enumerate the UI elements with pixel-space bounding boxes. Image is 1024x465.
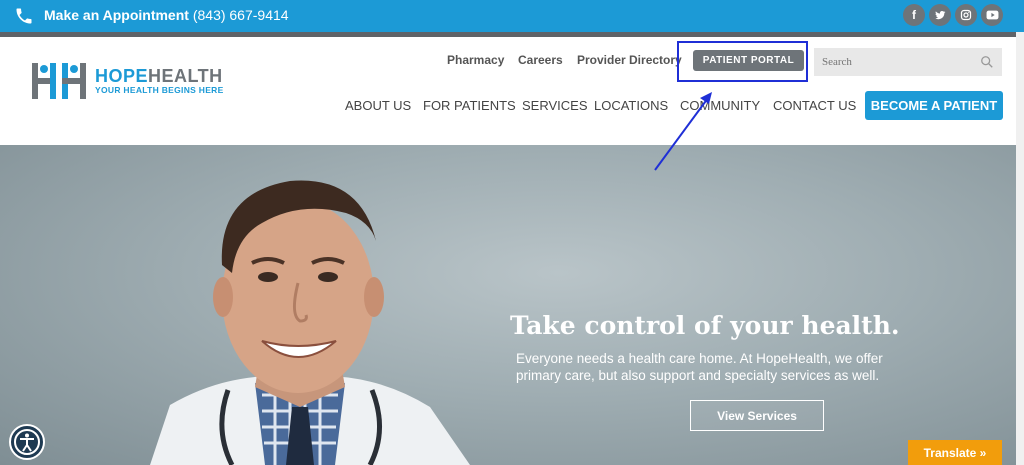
nav-provider-directory[interactable]: Provider Directory bbox=[577, 53, 682, 67]
hero-description-line-1: Everyone needs a health care home. At Ho… bbox=[516, 351, 883, 366]
nav-for-patients[interactable]: FOR PATIENTS bbox=[423, 98, 516, 113]
appointment-label: Make an Appointment bbox=[44, 7, 189, 23]
doctor-photo bbox=[150, 180, 470, 465]
nav-community[interactable]: COMMUNITY bbox=[680, 98, 760, 113]
logo-hope: HOPE bbox=[95, 66, 149, 86]
become-a-patient-button[interactable]: BECOME A PATIENT bbox=[865, 91, 1003, 120]
annotation-highlight-box bbox=[677, 41, 808, 82]
phone-icon[interactable] bbox=[14, 6, 34, 26]
nav-about-us[interactable]: ABOUT US bbox=[345, 98, 411, 113]
youtube-icon[interactable] bbox=[981, 4, 1003, 26]
hero-description: Everyone needs a health care home. At Ho… bbox=[516, 350, 946, 384]
logo-wordmark[interactable]: HOPEHEALTH bbox=[95, 66, 223, 87]
nav-locations[interactable]: LOCATIONS bbox=[594, 98, 668, 113]
instagram-glyph bbox=[960, 9, 972, 21]
accessibility-button[interactable] bbox=[9, 424, 45, 460]
search-input[interactable] bbox=[814, 48, 1002, 76]
nav-careers[interactable]: Careers bbox=[518, 53, 563, 67]
twitter-glyph bbox=[935, 10, 946, 20]
facebook-icon[interactable]: f bbox=[903, 4, 925, 26]
nav-pharmacy[interactable]: Pharmacy bbox=[447, 53, 504, 67]
logo-health: HEALTH bbox=[148, 66, 223, 86]
nav-contact-us[interactable]: CONTACT US bbox=[773, 98, 856, 113]
logo-tagline: YOUR HEALTH BEGINS HERE bbox=[95, 85, 224, 95]
hopehealth-logo-icon[interactable] bbox=[30, 61, 88, 101]
appointment-text[interactable]: Make an Appointment (843) 667-9414 bbox=[44, 7, 289, 23]
view-services-button[interactable]: View Services bbox=[690, 400, 824, 431]
hero-description-line-2: primary care, but also support and speci… bbox=[516, 368, 880, 383]
facebook-glyph: f bbox=[912, 8, 916, 22]
hero-title: Take control of your health. bbox=[510, 311, 900, 340]
instagram-icon[interactable] bbox=[955, 4, 977, 26]
hero-banner bbox=[0, 145, 1016, 465]
translate-button[interactable]: Translate » bbox=[908, 440, 1002, 465]
accessibility-icon bbox=[14, 429, 40, 455]
nav-services[interactable]: SERVICES bbox=[522, 98, 588, 113]
search-icon[interactable] bbox=[980, 55, 994, 69]
appointment-phone[interactable]: (843) 667-9414 bbox=[193, 7, 289, 23]
twitter-icon[interactable] bbox=[929, 4, 951, 26]
page-scrollbar[interactable] bbox=[1016, 32, 1024, 465]
youtube-glyph bbox=[986, 10, 998, 20]
